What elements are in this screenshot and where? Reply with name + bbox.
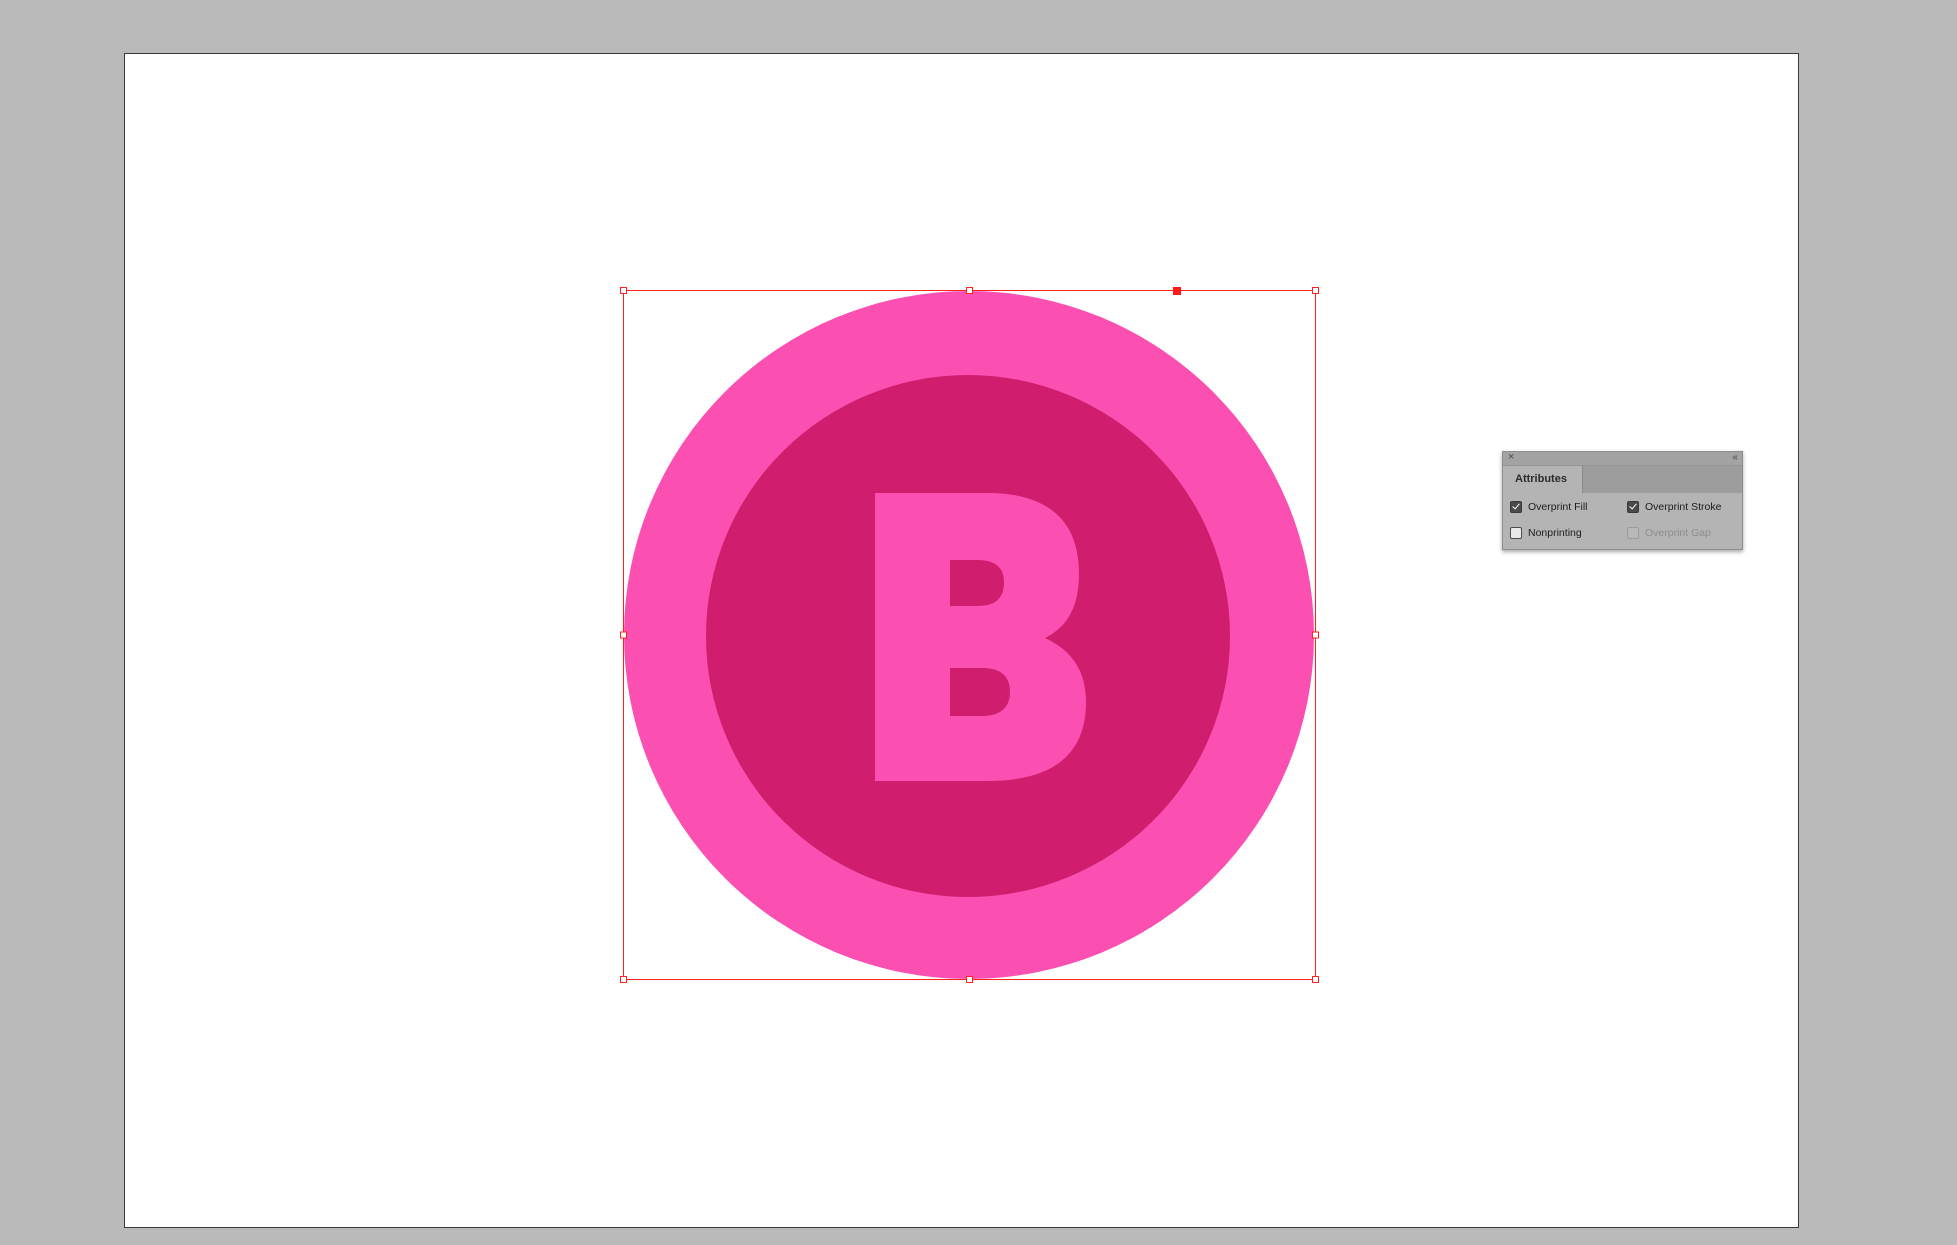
handle-top-right[interactable] — [1312, 287, 1319, 294]
handle-bottom-left[interactable] — [620, 976, 627, 983]
handle-top-left[interactable] — [620, 287, 627, 294]
nonprinting-label: Nonprinting — [1528, 527, 1582, 539]
center-point-handle[interactable] — [1173, 287, 1181, 295]
overprint-gap-option: Overprint Gap — [1627, 527, 1711, 539]
handle-middle-right[interactable] — [1312, 631, 1319, 639]
attributes-panel: × ‹‹ Attributes Overprint Fill Overprint… — [1502, 451, 1743, 550]
close-icon[interactable]: × — [1508, 451, 1514, 464]
artwork-group[interactable] — [0, 0, 1957, 1245]
panel-tabstrip: Attributes — [1503, 466, 1742, 493]
overprint-fill-label: Overprint Fill — [1528, 501, 1588, 513]
handle-middle-left[interactable] — [620, 631, 627, 639]
nonprinting-option[interactable]: Nonprinting — [1510, 527, 1582, 539]
tab-attributes[interactable]: Attributes — [1503, 466, 1583, 493]
collapse-icon[interactable]: ‹‹ — [1732, 451, 1738, 464]
handle-top-middle[interactable] — [966, 287, 973, 294]
overprint-gap-label: Overprint Gap — [1645, 527, 1711, 539]
overprint-fill-option[interactable]: Overprint Fill — [1510, 501, 1588, 513]
handle-bottom-right[interactable] — [1312, 976, 1319, 983]
panel-titlebar[interactable]: × ‹‹ — [1503, 451, 1742, 466]
overprint-stroke-label: Overprint Stroke — [1645, 501, 1722, 513]
overprint-stroke-checkbox[interactable] — [1627, 501, 1639, 513]
overprint-stroke-option[interactable]: Overprint Stroke — [1627, 501, 1721, 513]
overprint-fill-checkbox[interactable] — [1510, 501, 1522, 513]
handle-bottom-middle[interactable] — [966, 976, 973, 983]
nonprinting-checkbox[interactable] — [1510, 527, 1522, 539]
overprint-gap-checkbox — [1627, 527, 1639, 539]
pasteboard[interactable]: × ‹‹ Attributes Overprint Fill Overprint… — [0, 0, 1957, 1245]
panel-body: Overprint Fill Overprint Stroke Nonprint… — [1503, 493, 1742, 549]
